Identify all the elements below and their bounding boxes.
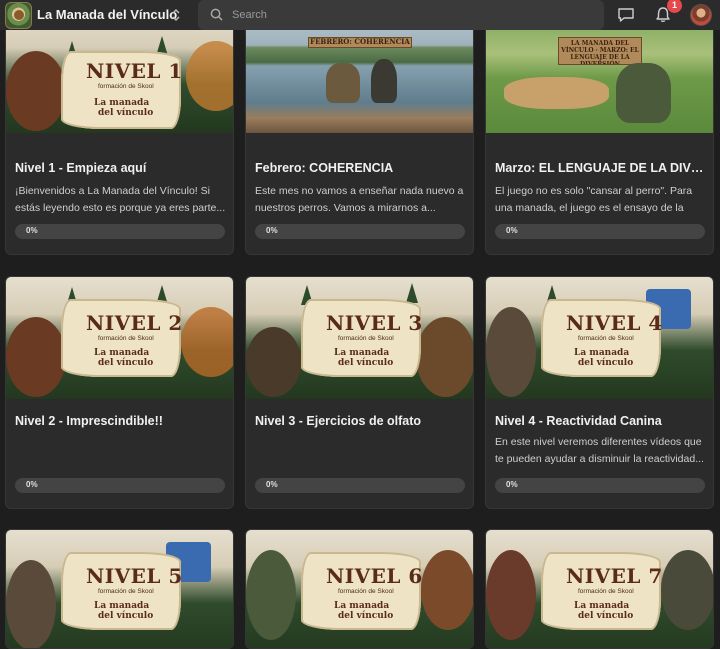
course-title[interactable]: Nivel 2 - Imprescindible!! bbox=[15, 414, 229, 428]
thumb-nivel: NIVEL 6 bbox=[326, 564, 423, 588]
course-thumbnail[interactable]: NIVEL 3 formación de Skool La manada del… bbox=[246, 277, 473, 399]
course-thumbnail[interactable]: NIVEL 7 formación de Skool La manada del… bbox=[486, 530, 713, 648]
avatar[interactable] bbox=[690, 4, 712, 26]
progress-bar: 0% bbox=[495, 478, 705, 493]
course-title[interactable]: Febrero: COHERENCIA bbox=[255, 161, 469, 175]
course-card[interactable]: NIVEL 3 formación de Skool La manada del… bbox=[245, 276, 474, 509]
notification-badge: 1 bbox=[667, 0, 682, 13]
course-description: Este mes no vamos a enseñar nada nuevo a… bbox=[255, 185, 464, 214]
course-thumbnail[interactable]: NIVEL 2 formación de Skool La manada del… bbox=[6, 277, 233, 399]
course-description: ¡Bienvenidos a La Manada del Vínculo! Si… bbox=[15, 185, 226, 214]
thumb-sign: LA MANADA DEL VÍNCULO · MARZO: EL LENGUA… bbox=[558, 37, 642, 65]
course-title[interactable]: Nivel 4 - Reactividad Canina bbox=[495, 414, 709, 428]
course-description: En este nivel veremos diferentes vídeos … bbox=[495, 436, 704, 465]
thumb-sign: FEBRERO: COHERENCIA bbox=[308, 37, 412, 48]
group-switcher-icon[interactable] bbox=[170, 6, 182, 24]
course-card[interactable]: NIVEL 1 formación de Skool La manada del… bbox=[5, 10, 234, 255]
thumb-nivel: NIVEL 4 bbox=[566, 311, 663, 335]
course-card[interactable]: NIVEL 5 formación de Skool La manada del… bbox=[5, 529, 234, 649]
progress-bar: 0% bbox=[255, 224, 465, 239]
course-card[interactable]: NIVEL 2 formación de Skool La manada del… bbox=[5, 276, 234, 509]
course-title[interactable]: Marzo: EL LENGUAJE DE LA DIVE... bbox=[495, 161, 709, 175]
progress-bar: 0% bbox=[495, 224, 705, 239]
group-name[interactable]: La Manada del Vínculo bbox=[37, 7, 177, 22]
search-bar[interactable] bbox=[198, 0, 604, 30]
progress-bar: 0% bbox=[15, 478, 225, 493]
course-title[interactable]: Nivel 1 - Empieza aquí bbox=[15, 161, 229, 175]
course-grid: NIVEL 1 formación de Skool La manada del… bbox=[0, 0, 720, 649]
course-description: El juego no es solo "cansar al perro". P… bbox=[495, 185, 693, 214]
thumb-nivel: NIVEL 5 bbox=[86, 564, 183, 588]
search-input[interactable] bbox=[232, 5, 592, 25]
thumb-nivel: NIVEL 1 bbox=[86, 59, 183, 83]
thumb-nivel: NIVEL 2 bbox=[86, 311, 183, 335]
progress-bar: 0% bbox=[15, 224, 225, 239]
thumb-nivel: NIVEL 7 bbox=[566, 564, 663, 588]
course-thumbnail[interactable]: NIVEL 6 formación de Skool La manada del… bbox=[246, 530, 473, 648]
course-card[interactable]: FEBRERO: COHERENCIA Febrero: COHERENCIA … bbox=[245, 10, 474, 255]
course-thumbnail[interactable]: NIVEL 5 formación de Skool La manada del… bbox=[6, 530, 233, 648]
top-bar: La Manada del Vínculo 1 bbox=[0, 0, 720, 30]
course-card[interactable]: LA MANADA DEL VÍNCULO · MARZO: EL LENGUA… bbox=[485, 10, 714, 255]
course-title[interactable]: Nivel 3 - Ejercicios de olfato bbox=[255, 414, 469, 428]
chat-icon[interactable] bbox=[617, 6, 635, 24]
course-card[interactable]: NIVEL 6 formación de Skool La manada del… bbox=[245, 529, 474, 649]
progress-bar: 0% bbox=[255, 478, 465, 493]
thumb-nivel: NIVEL 3 bbox=[326, 311, 423, 335]
search-icon bbox=[210, 8, 223, 21]
course-thumbnail[interactable]: NIVEL 4 formación de Skool La manada del… bbox=[486, 277, 713, 399]
course-card[interactable]: NIVEL 7 formación de Skool La manada del… bbox=[485, 529, 714, 649]
group-logo[interactable] bbox=[5, 2, 32, 29]
course-card[interactable]: NIVEL 4 formación de Skool La manada del… bbox=[485, 276, 714, 509]
